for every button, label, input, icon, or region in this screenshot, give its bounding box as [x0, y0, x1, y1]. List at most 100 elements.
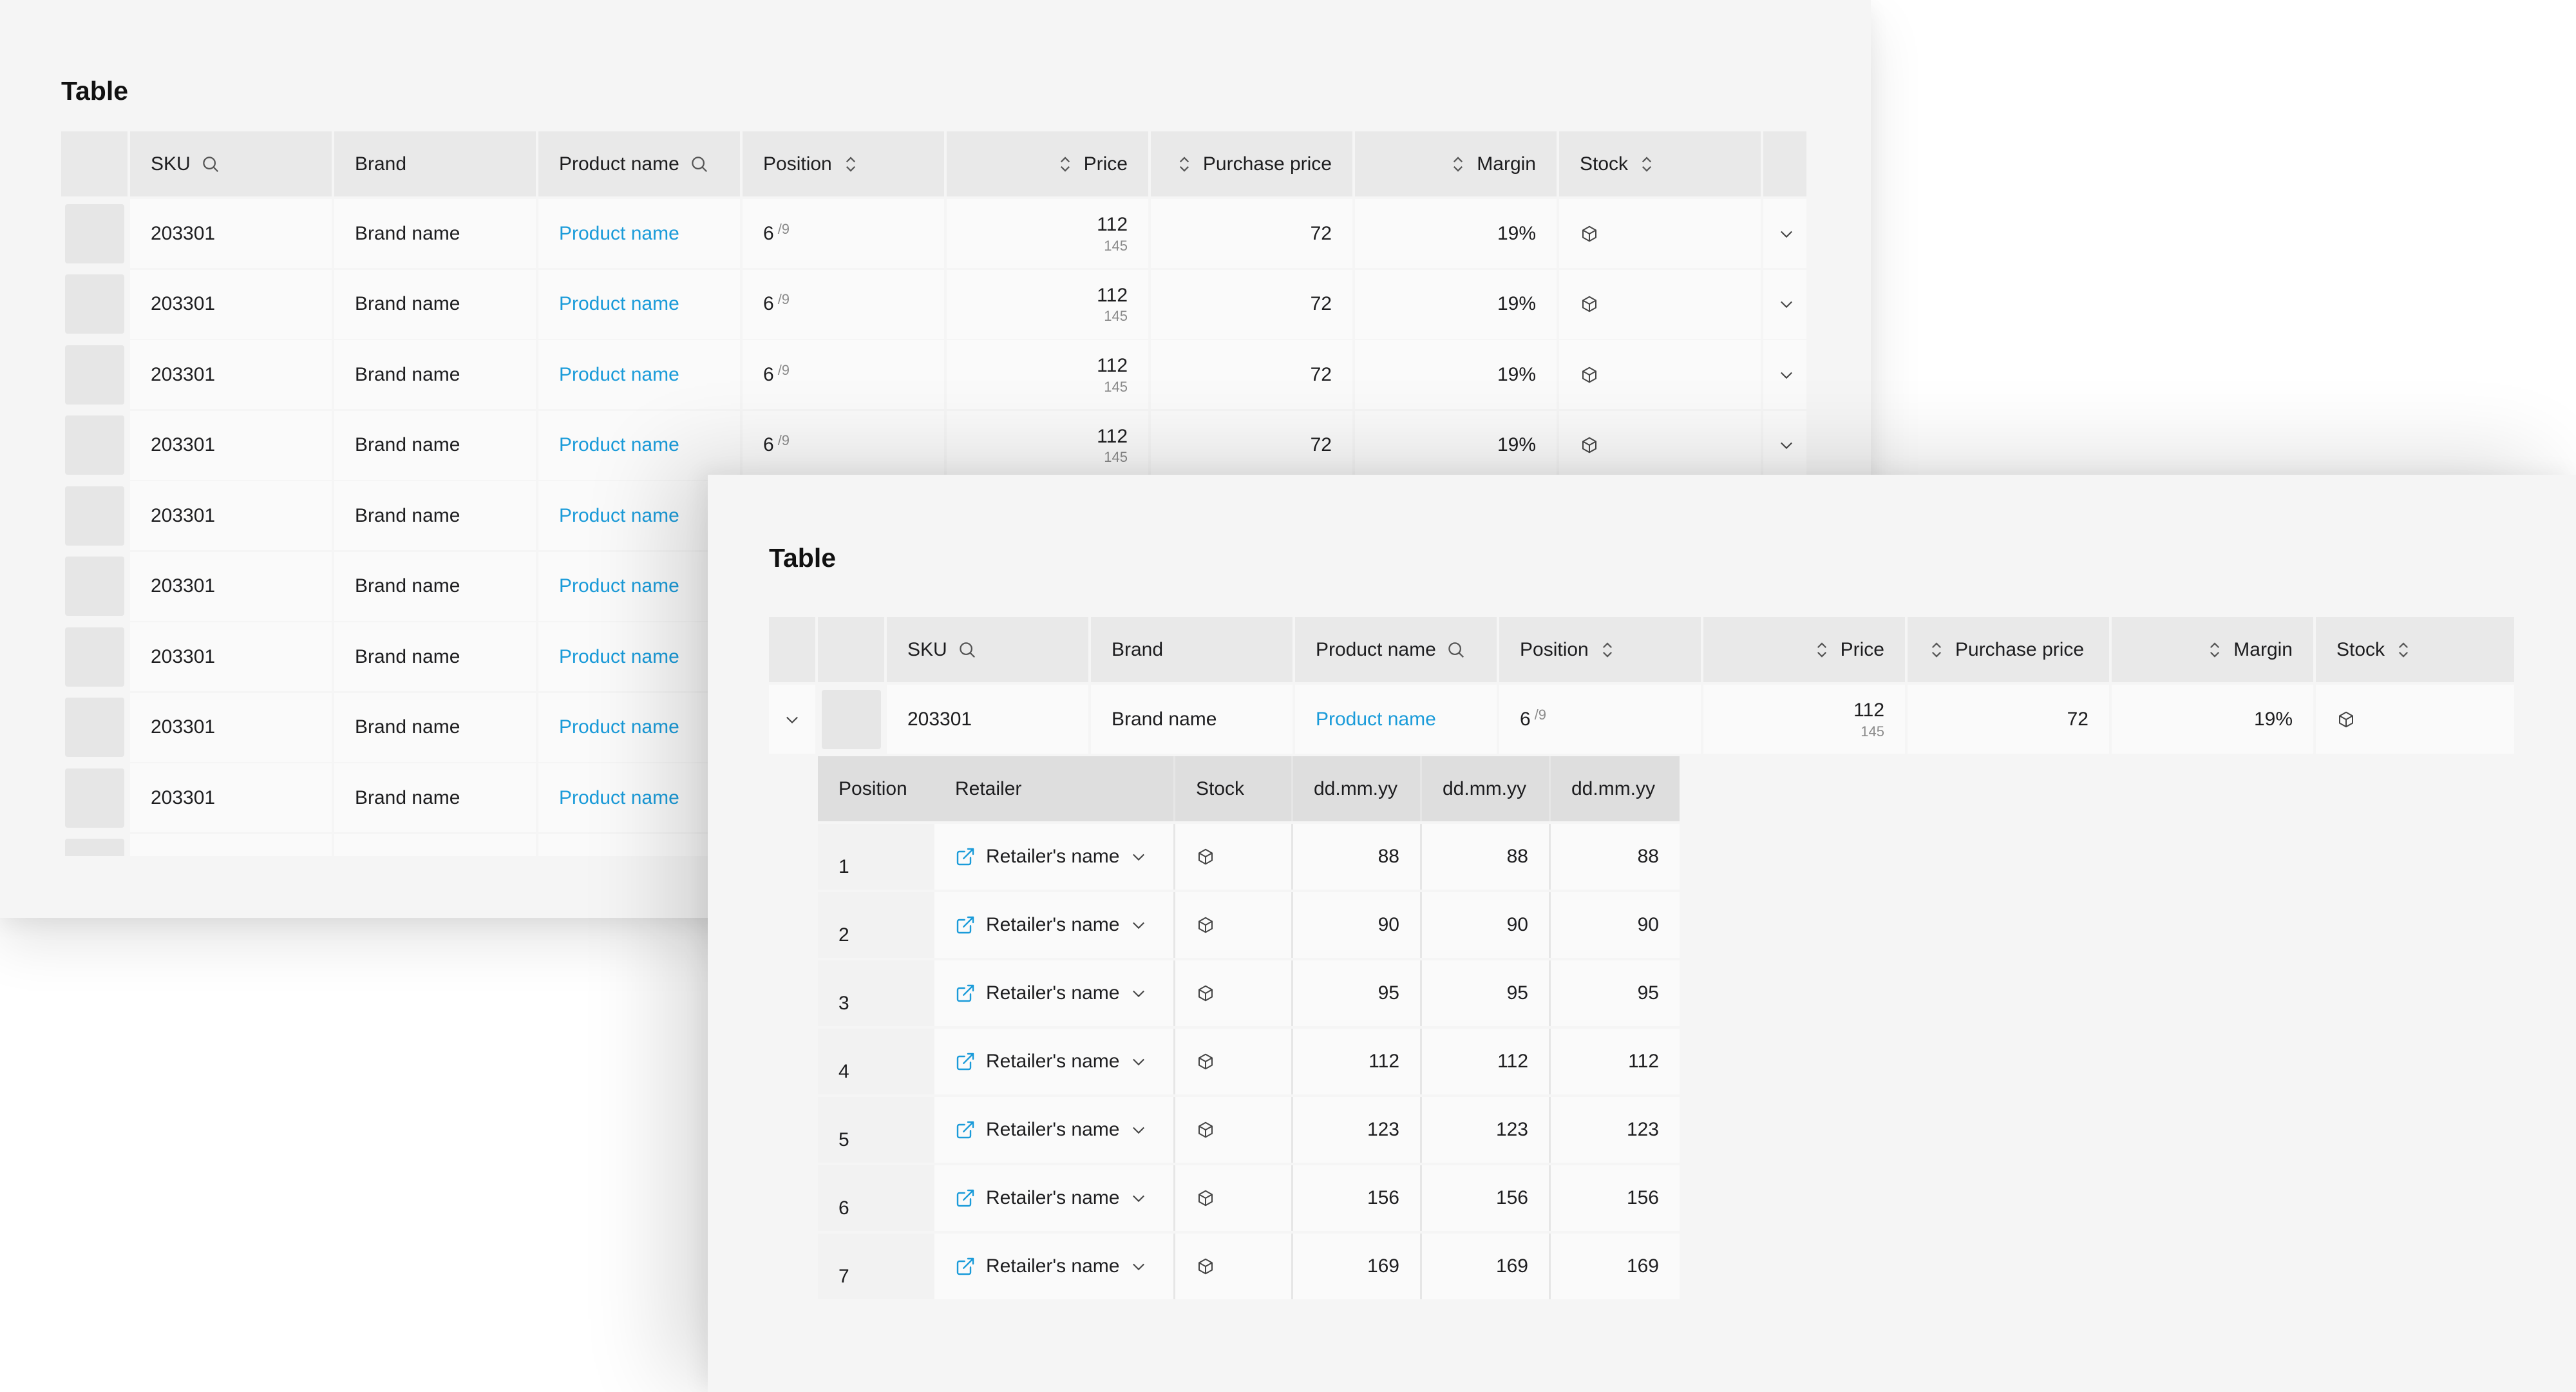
chevron-down-icon[interactable] — [1130, 984, 1148, 1002]
expand-button[interactable] — [1763, 199, 1806, 268]
header-brand[interactable]: Brand — [334, 131, 538, 196]
stock-cell — [1559, 410, 1763, 480]
retailer-name[interactable]: Retailer's name — [986, 1119, 1119, 1141]
retailer-row[interactable]: 4 Retailer's name 112 112 112 — [818, 1029, 1680, 1094]
position-cell: 6/9 — [743, 340, 947, 409]
header-price[interactable]: Price — [1703, 617, 1908, 682]
sort-icon[interactable] — [1450, 155, 1466, 174]
sort-icon[interactable] — [1814, 640, 1830, 660]
sort-icon[interactable] — [2395, 640, 2412, 660]
collapse-button[interactable] — [769, 685, 818, 754]
price-value: 112 — [1097, 355, 1128, 376]
sort-icon[interactable] — [842, 155, 859, 174]
expand-button[interactable] — [1763, 410, 1806, 480]
expand-button[interactable] — [1763, 340, 1806, 409]
product-name-link[interactable]: Product name — [538, 340, 743, 409]
product-name-link[interactable]: Product name — [1295, 685, 1499, 754]
search-icon[interactable] — [1446, 640, 1466, 660]
header-purchase-price[interactable]: Purchase price — [1151, 131, 1355, 196]
retailer-name[interactable]: Retailer's name — [986, 1051, 1119, 1073]
retailer-name[interactable]: Retailer's name — [986, 1187, 1119, 1209]
retailer-cell[interactable]: Retailer's name — [934, 1234, 1175, 1299]
chevron-down-icon[interactable] — [1777, 225, 1795, 243]
header-position[interactable]: Position — [1499, 617, 1703, 682]
price-cell: 112 145 — [947, 269, 1151, 339]
product-thumbnail — [64, 839, 124, 856]
chevron-down-icon[interactable] — [1130, 1053, 1148, 1071]
retailer-name[interactable]: Retailer's name — [986, 846, 1119, 868]
retailer-cell[interactable]: Retailer's name — [934, 1029, 1175, 1094]
chevron-down-icon[interactable] — [1130, 1189, 1148, 1207]
sort-icon[interactable] — [1599, 640, 1616, 660]
external-link-icon[interactable] — [955, 1188, 976, 1208]
table-row[interactable]: 203301 Brand name Product name 6/9 112 145 72 1… — [61, 340, 1806, 409]
external-link-icon[interactable] — [955, 1120, 976, 1140]
external-link-icon[interactable] — [955, 1051, 976, 1072]
table-row[interactable]: 203301 Brand name Product name 6/9 112 145 72 1… — [61, 199, 1806, 268]
header-margin[interactable]: Margin — [1355, 131, 1559, 196]
retailer-name[interactable]: Retailer's name — [986, 1255, 1119, 1277]
product-name-link[interactable]: Product name — [538, 410, 743, 480]
retailer-row[interactable]: 5 Retailer's name 123 123 123 — [818, 1097, 1680, 1163]
table-row[interactable]: 203301 Brand name Product name 6/9 112 145 72 1… — [61, 269, 1806, 339]
header-sku[interactable]: SKU — [130, 131, 334, 196]
search-icon[interactable] — [201, 155, 220, 174]
price-on-date-3: 156 — [1551, 1165, 1680, 1231]
retailer-row[interactable]: 6 Retailer's name 156 156 156 — [818, 1165, 1680, 1231]
chevron-down-icon[interactable] — [1777, 295, 1795, 313]
price-cell: 112 145 — [1703, 685, 1908, 754]
header-purchase-price[interactable]: Purchase price — [1908, 617, 2112, 682]
header-position[interactable]: Position — [743, 131, 947, 196]
external-link-icon[interactable] — [955, 983, 976, 1004]
retailer-cell[interactable]: Retailer's name — [934, 960, 1175, 1026]
chevron-down-icon[interactable] — [1130, 1121, 1148, 1139]
retailer-cell[interactable]: Retailer's name — [934, 1097, 1175, 1163]
header-sku[interactable]: SKU — [887, 617, 1091, 682]
sku-cell: 203301 — [130, 199, 334, 268]
price-on-date-3: 95 — [1551, 960, 1680, 1026]
product-thumbnail — [64, 486, 124, 546]
external-link-icon[interactable] — [955, 846, 976, 867]
table-row-expanded[interactable]: 203301 Brand name Product name 6 /9 112 … — [769, 685, 2514, 754]
chevron-down-icon[interactable] — [1130, 848, 1148, 866]
retailer-row[interactable]: 2 Retailer's name 90 90 90 — [818, 892, 1680, 958]
header-stock[interactable]: Stock — [1559, 131, 1763, 196]
header-product-name[interactable]: Product name — [538, 131, 743, 196]
chevron-down-icon[interactable] — [1777, 436, 1795, 454]
retailer-name[interactable]: Retailer's name — [986, 914, 1119, 936]
sort-icon[interactable] — [1638, 155, 1655, 174]
table-row[interactable]: 203301 Brand name Product name 6/9 112 145 72 1… — [61, 410, 1806, 480]
price-old-value: 145 — [1104, 449, 1128, 465]
sort-icon[interactable] — [2206, 640, 2223, 660]
external-link-icon[interactable] — [955, 1256, 976, 1277]
header-stock[interactable]: Stock — [2316, 617, 2514, 682]
external-link-icon[interactable] — [955, 915, 976, 935]
header-margin[interactable]: Margin — [2112, 617, 2316, 682]
sort-icon[interactable] — [1057, 155, 1074, 174]
sort-icon[interactable] — [1928, 640, 1945, 660]
retailer-stock — [1175, 824, 1293, 890]
retailer-name[interactable]: Retailer's name — [986, 982, 1119, 1004]
chevron-down-icon[interactable] — [1130, 916, 1148, 934]
chevron-down-icon[interactable] — [1130, 1257, 1148, 1275]
margin-cell: 19% — [1355, 269, 1559, 339]
sort-icon[interactable] — [1176, 155, 1193, 174]
header-price[interactable]: Price — [947, 131, 1151, 196]
header-product-name[interactable]: Product name — [1295, 617, 1499, 682]
retailer-row[interactable]: 1 Retailer's name 88 88 88 — [818, 824, 1680, 890]
retailer-cell[interactable]: Retailer's name — [934, 892, 1175, 958]
search-icon[interactable] — [690, 155, 709, 174]
retailer-cell[interactable]: Retailer's name — [934, 1165, 1175, 1231]
retailer-cell[interactable]: Retailer's name — [934, 824, 1175, 890]
retailer-row[interactable]: 7 Retailer's name 169 169 169 — [818, 1234, 1680, 1299]
product-name-link[interactable]: Product name — [538, 199, 743, 268]
expand-button[interactable] — [1763, 269, 1806, 339]
product-name-link[interactable]: Product name — [538, 269, 743, 339]
search-icon[interactable] — [958, 640, 977, 660]
position-cell: 6/9 — [743, 269, 947, 339]
table-cell — [334, 834, 538, 856]
chevron-down-icon[interactable] — [783, 710, 801, 729]
header-brand[interactable]: Brand — [1091, 617, 1295, 682]
chevron-down-icon[interactable] — [1777, 366, 1795, 384]
retailer-row[interactable]: 3 Retailer's name 95 95 95 — [818, 960, 1680, 1026]
